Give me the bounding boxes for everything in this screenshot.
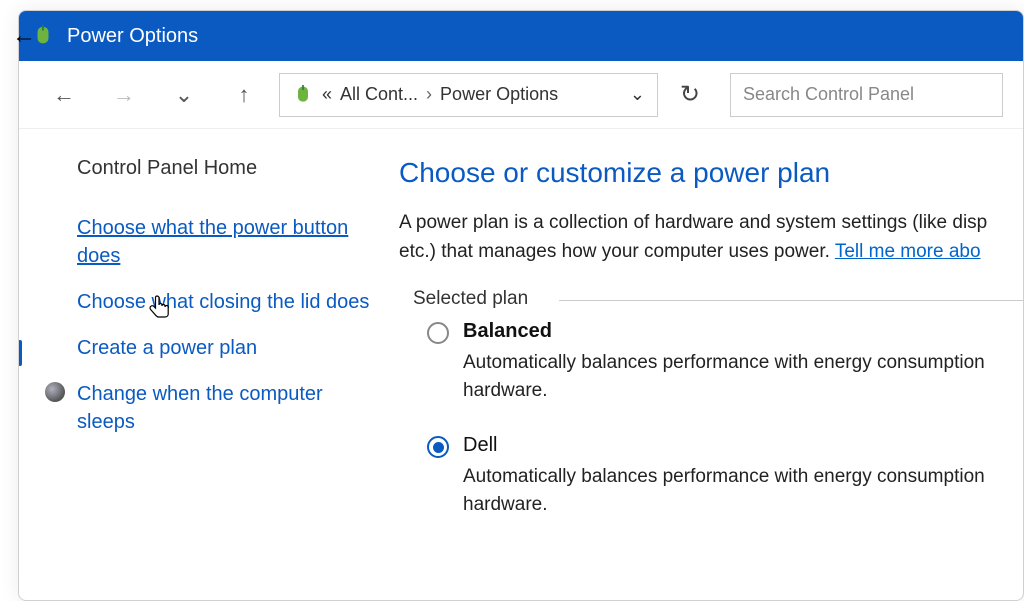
page-description: A power plan is a collection of hardware…: [399, 209, 1023, 266]
sidebar-link-power-button[interactable]: Choose what the power button does: [77, 214, 381, 270]
address-dropdown-icon[interactable]: ⌄: [630, 84, 645, 105]
search-placeholder: Search Control Panel: [743, 84, 914, 105]
page-heading: Choose or customize a power plan: [399, 157, 1023, 189]
nav-history-dropdown[interactable]: ⌄: [159, 73, 209, 117]
sidebar-link-closing-lid[interactable]: Choose what closing the lid does: [77, 288, 381, 316]
radio-dell[interactable]: [427, 436, 449, 458]
sidebar-link-computer-sleeps[interactable]: Change when the computer sleeps: [77, 380, 381, 436]
selected-plan-legend: Selected plan: [405, 288, 536, 310]
nav-back-button[interactable]: ←: [39, 73, 89, 117]
nav-up-button[interactable]: ↑: [219, 73, 269, 117]
sidebar: Control Panel Home Choose what the power…: [19, 129, 399, 600]
content-area: Control Panel Home Choose what the power…: [19, 129, 1023, 600]
chevron-down-icon: ⌄: [175, 82, 193, 108]
outer-back-arrow-icon: ←: [12, 22, 36, 50]
titlebar[interactable]: Power Options: [19, 11, 1023, 61]
navigation-toolbar: ← → ⌄ ↑ « All Cont... › Power Options ⌄ …: [19, 61, 1023, 129]
breadcrumb-prefix: «: [322, 84, 332, 105]
chevron-right-icon: ›: [426, 84, 432, 105]
search-input[interactable]: Search Control Panel: [730, 73, 1003, 117]
control-panel-home-link[interactable]: Control Panel Home: [77, 157, 381, 180]
power-plan-option[interactable]: Dell Automatically balances performance …: [427, 426, 1023, 540]
window-frame: Power Options ← → ⌄ ↑ « All Cont... › Po…: [18, 10, 1024, 601]
plan-name: Balanced: [463, 320, 1023, 343]
main-panel: Choose or customize a power plan A power…: [399, 129, 1023, 600]
plan-name: Dell: [463, 434, 1023, 457]
tell-me-more-link[interactable]: Tell me more abo: [835, 241, 981, 262]
plan-description: Automatically balances performance with …: [463, 463, 1023, 518]
breadcrumb-segment[interactable]: Power Options: [440, 84, 558, 105]
plan-description: Automatically balances performance with …: [463, 349, 1023, 404]
sidebar-link-create-plan[interactable]: Create a power plan: [77, 334, 381, 362]
power-options-icon: [292, 84, 314, 106]
address-bar[interactable]: « All Cont... › Power Options ⌄: [279, 73, 658, 117]
refresh-icon: ↻: [680, 80, 700, 109]
nav-forward-button: →: [99, 73, 149, 117]
refresh-button[interactable]: ↻: [668, 73, 712, 117]
window-title: Power Options: [67, 25, 198, 48]
group-divider: [559, 300, 1023, 301]
breadcrumb-segment[interactable]: All Cont...: [340, 84, 418, 105]
selected-plan-group: Selected plan Balanced Automatically bal…: [399, 290, 1023, 540]
power-plan-option[interactable]: Balanced Automatically balances performa…: [427, 312, 1023, 426]
radio-balanced[interactable]: [427, 322, 449, 344]
